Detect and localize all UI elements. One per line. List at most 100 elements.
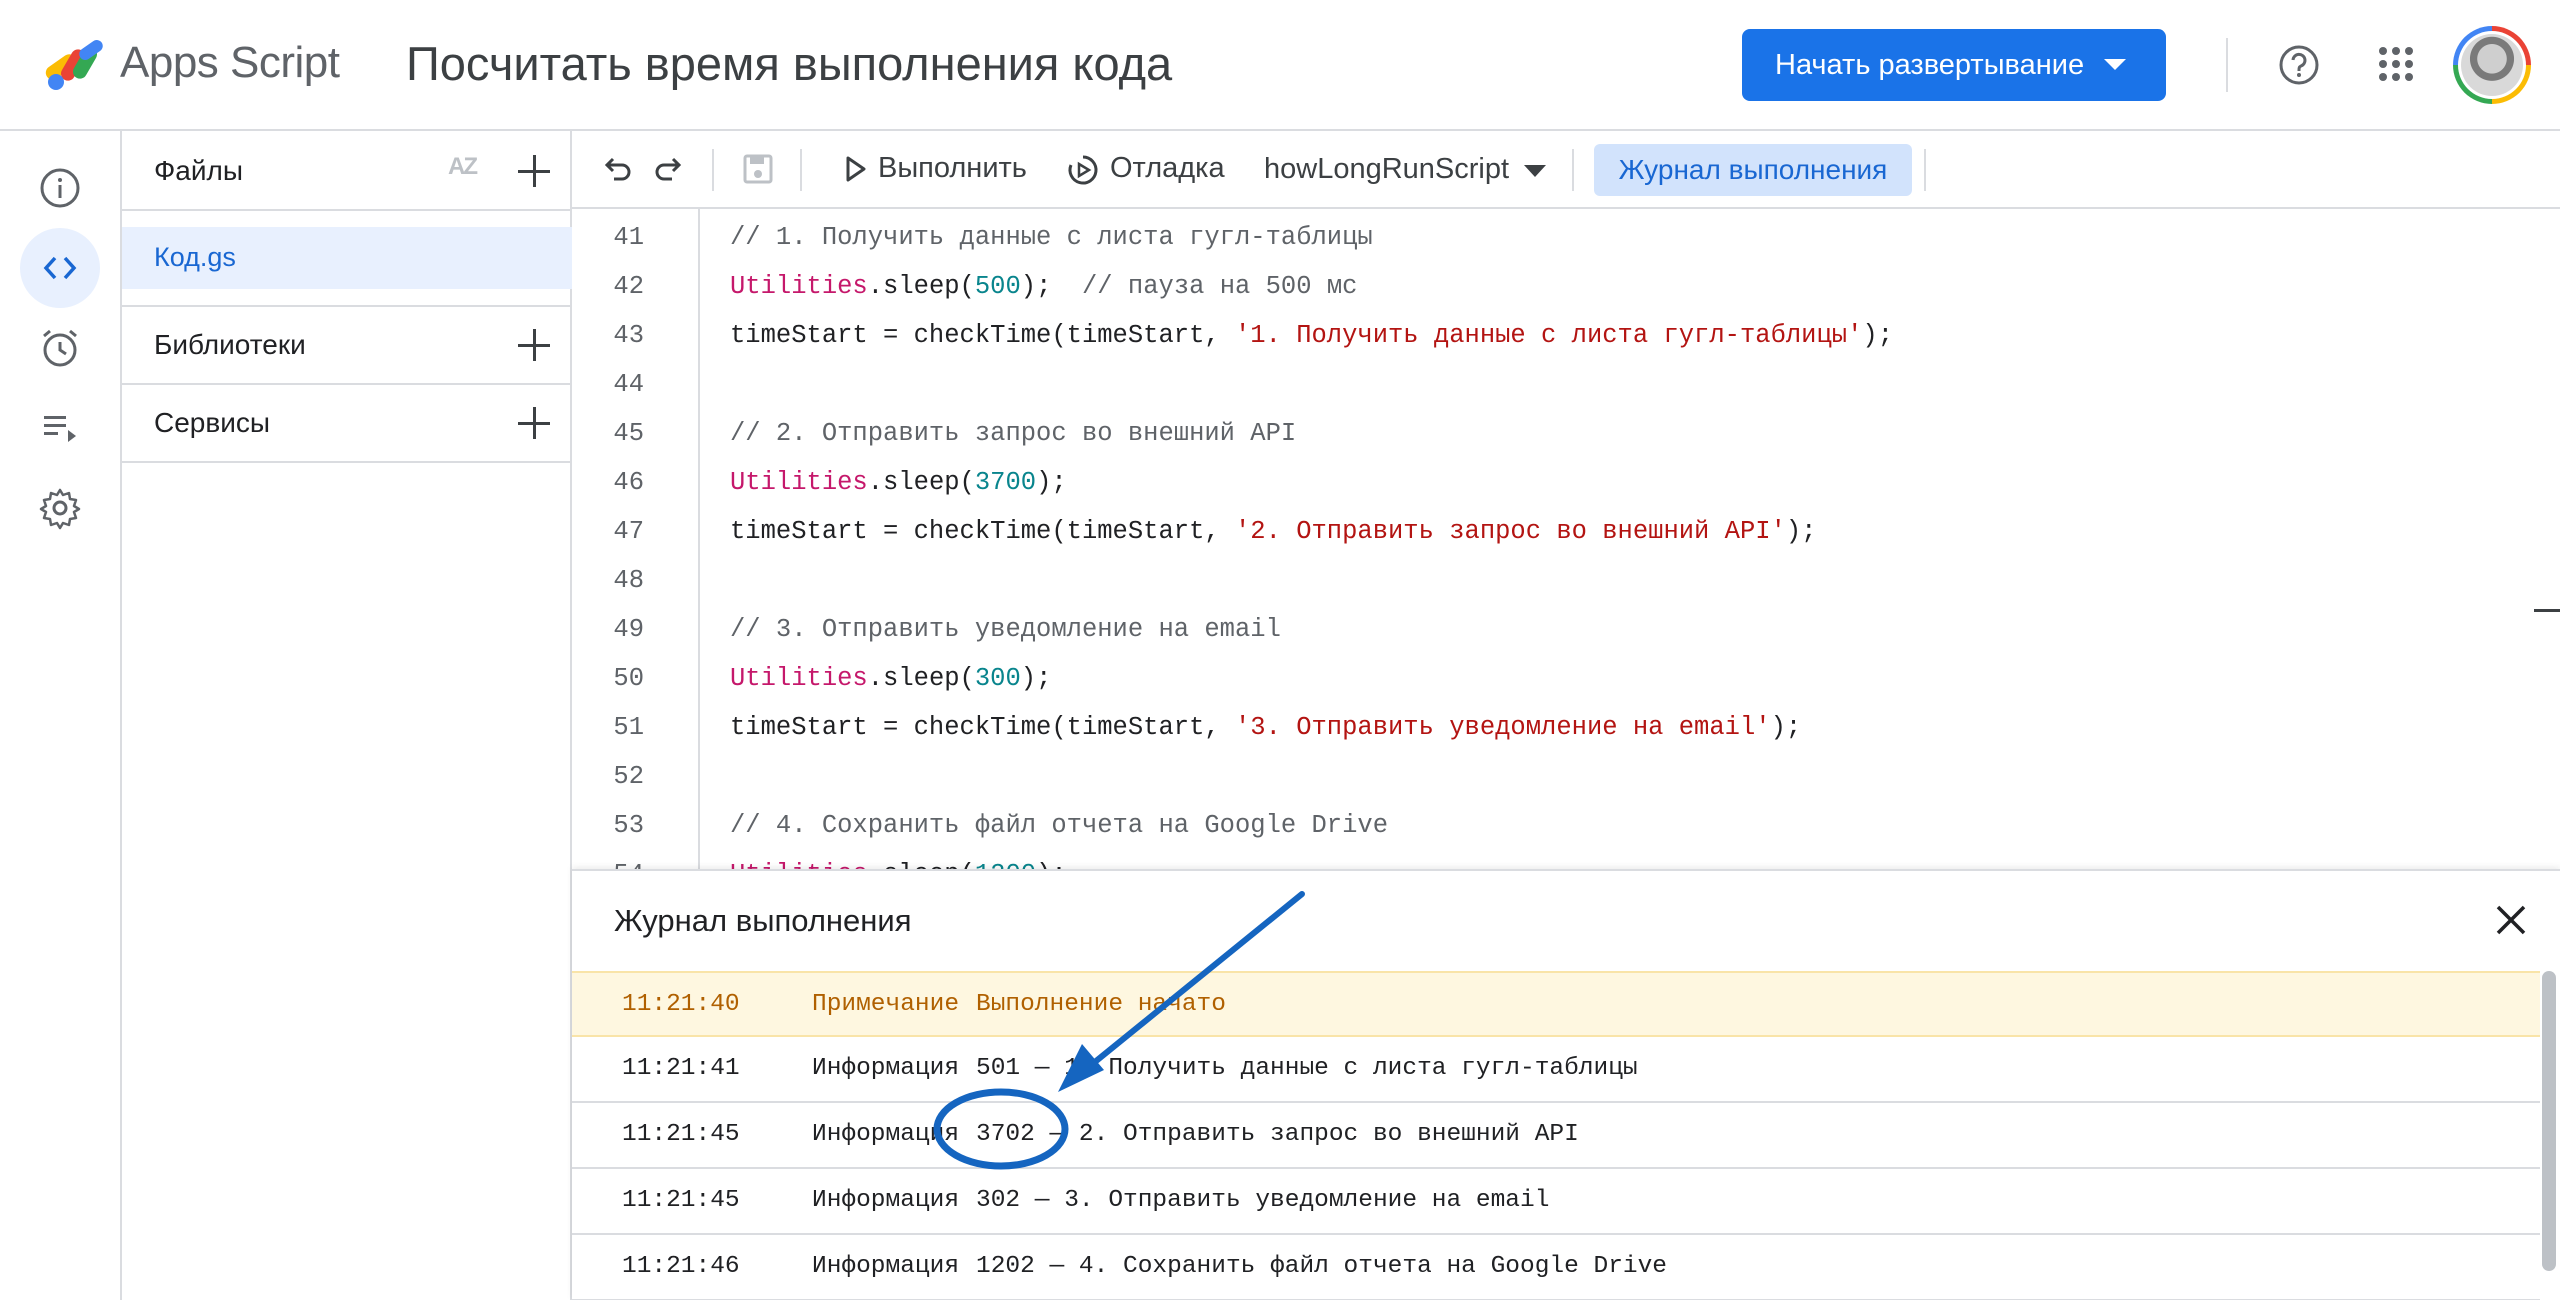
line-number: 43	[613, 321, 644, 350]
code-text[interactable]: timeStart = checkTime(timeStart, '3. Отп…	[730, 708, 1801, 748]
code-text[interactable]: Utilities.sleep(3700);	[730, 463, 1067, 503]
log-time: 11:21:41	[622, 1055, 740, 1082]
log-row: 11:21:45 Информация 302 — 3. Отправить уве…	[572, 1169, 2540, 1235]
redo-icon[interactable]	[652, 151, 688, 187]
function-select[interactable]: howLongRunScript	[1264, 153, 1509, 186]
app-name[interactable]: Apps Script	[120, 38, 340, 88]
apps-script-logo[interactable]	[42, 36, 108, 92]
debug-icon[interactable]	[1066, 153, 1100, 187]
code-text[interactable]: Utilities.sleep(300);	[730, 659, 1051, 699]
editor-nav[interactable]	[20, 228, 100, 308]
overview-ruler-marker	[2534, 609, 2560, 612]
line-number: 41	[613, 223, 644, 252]
overview-nav[interactable]	[20, 148, 100, 228]
log-row: 11:21:40 Примечание Выполнение начато	[572, 971, 2540, 1037]
services-section: Сервисы	[122, 385, 572, 463]
code-text[interactable]: // 4. Сохранить файл отчета на Google Dr…	[730, 806, 1388, 846]
log-level: Информация	[812, 1187, 960, 1214]
log-message: Выполнение начато	[976, 991, 1226, 1018]
code-text[interactable]: Utilities.sleep(500); // пауза на 500 мс	[730, 267, 1357, 307]
add-library-icon[interactable]	[516, 327, 552, 363]
close-icon[interactable]	[2492, 901, 2530, 939]
google-apps-icon[interactable]	[2378, 46, 2414, 82]
line-number: 45	[613, 419, 644, 448]
files-label: Файлы	[154, 155, 243, 186]
avatar-photo	[2461, 34, 2523, 96]
line-number: 44	[613, 370, 644, 399]
log-row: 11:21:45 Информация 3702 — 2. Отправить за…	[572, 1103, 2540, 1169]
services-label: Сервисы	[154, 407, 271, 438]
gear-icon	[39, 488, 81, 530]
header-divider	[2226, 38, 2228, 92]
app-header: Apps Script Посчитать время выполнения к…	[0, 0, 2560, 131]
line-number: 47	[613, 517, 644, 546]
log-row: 11:21:41 Информация 501 — 1. Получить данн…	[572, 1037, 2540, 1103]
line-number: 53	[613, 811, 644, 840]
code-text[interactable]: // 3. Отправить уведомление на email	[730, 610, 1281, 650]
code-text[interactable]: // 1. Получить данные с листа гугл-табли…	[730, 218, 1373, 258]
line-number: 52	[613, 762, 644, 791]
line-number: 49	[613, 615, 644, 644]
log-message: 1202 — 4. Сохранить файл отчета на Googl…	[976, 1253, 1668, 1280]
chevron-down-icon[interactable]	[2104, 59, 2126, 70]
line-number: 51	[613, 713, 644, 742]
log-time: 11:21:45	[622, 1187, 740, 1214]
line-number: 46	[613, 468, 644, 497]
execution-log-toggle[interactable]: Журнал выполнения	[1594, 144, 1912, 196]
libraries-label: Библиотеки	[154, 329, 306, 360]
triggers-nav[interactable]	[20, 308, 100, 388]
project-title[interactable]: Посчитать время выполнения кода	[406, 36, 1172, 91]
code-icon	[43, 256, 77, 280]
sort-az-icon[interactable]: AZ	[448, 153, 478, 181]
log-scrollbar[interactable]	[2542, 971, 2556, 1271]
deploy-button-label: Начать развертывание	[1775, 48, 2085, 81]
add-file-icon[interactable]	[516, 153, 552, 189]
code-text[interactable]: Utilities.sleep(1200);	[730, 855, 1067, 869]
files-panel: Файлы AZ Код.gs Библиотеки Сервисы	[122, 131, 572, 1300]
info-icon	[40, 168, 80, 208]
files-header: Файлы AZ	[122, 131, 572, 211]
execution-log-panel: Журнал выполнения 11:21:40 Примечание Выпо…	[572, 869, 2560, 1300]
log-level: Информация	[812, 1121, 960, 1148]
toolbar-divider	[1572, 149, 1574, 191]
execution-log-toggle-label: Журнал выполнения	[1618, 154, 1888, 185]
line-number: 50	[613, 664, 644, 693]
account-avatar[interactable]	[2453, 26, 2531, 104]
debug-button-label[interactable]: Отладка	[1110, 152, 1225, 185]
execution-log-title: Журнал выполнения	[614, 903, 912, 938]
toolbar-divider	[1924, 149, 1926, 191]
code-text[interactable]: timeStart = checkTime(timeStart, '1. Пол…	[730, 316, 1893, 356]
log-message: 501 — 1. Получить данные с листа гугл-та…	[976, 1055, 1638, 1082]
alarm-clock-icon	[43, 329, 77, 367]
settings-nav[interactable]	[20, 468, 100, 548]
file-name: Код.gs	[154, 242, 236, 272]
line-number: 48	[613, 566, 644, 595]
executions-nav[interactable]	[20, 388, 100, 468]
log-message: 302 — 3. Отправить уведомление на email	[976, 1187, 1550, 1214]
run-button-label[interactable]: Выполнить	[878, 152, 1027, 185]
libraries-section: Библиотеки	[122, 307, 572, 385]
chevron-down-icon[interactable]	[1524, 165, 1546, 177]
undo-icon[interactable]	[598, 151, 634, 187]
toolbar-divider	[712, 149, 714, 191]
add-service-icon[interactable]	[516, 405, 552, 441]
code-editor[interactable]: 41 // 1. Получить данные с листа гугл-таб…	[572, 209, 2560, 869]
deploy-button[interactable]: Начать развертывание	[1742, 29, 2166, 101]
log-message: 3702 — 2. Отправить запрос во внешний AP…	[976, 1121, 1579, 1148]
save-icon[interactable]	[740, 151, 776, 187]
log-time: 11:21:46	[622, 1253, 740, 1280]
line-number: 54	[572, 855, 644, 869]
log-level: Информация	[812, 1253, 960, 1280]
play-icon[interactable]	[840, 154, 870, 184]
code-text[interactable]: timeStart = checkTime(timeStart, '2. Отп…	[730, 512, 1816, 552]
line-number: 42	[613, 272, 644, 301]
help-icon[interactable]	[2278, 44, 2320, 86]
indent-guide	[698, 209, 700, 869]
executions-list-icon	[44, 416, 76, 442]
log-time: 11:21:40	[622, 991, 740, 1018]
log-level: Примечание	[812, 991, 960, 1018]
log-row: 11:21:46 Информация 1202 — 4. Сохранить фа…	[572, 1235, 2540, 1300]
file-item-code-gs[interactable]: Код.gs	[122, 227, 572, 289]
log-level: Информация	[812, 1055, 960, 1082]
code-text[interactable]: // 2. Отправить запрос во внешний API	[730, 414, 1296, 454]
